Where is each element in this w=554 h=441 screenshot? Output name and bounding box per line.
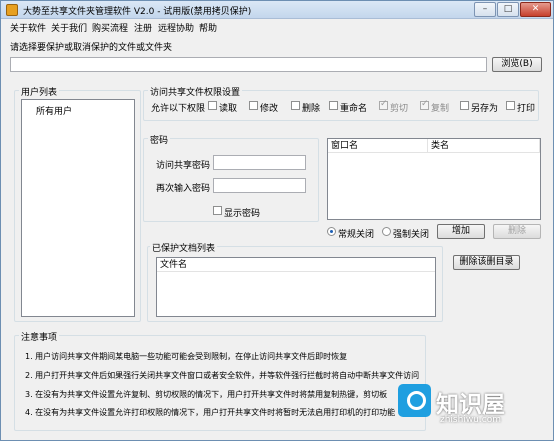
- normal-close-radio[interactable]: [327, 227, 336, 236]
- read-label: 读取: [219, 104, 238, 114]
- confirm-password-label: 再次输入密码: [156, 184, 211, 194]
- print-checkbox[interactable]: [506, 101, 515, 110]
- watermark-text: 知识屋: [436, 392, 505, 418]
- protected-docs-list[interactable]: 文件名: [156, 257, 436, 317]
- delete-checkbox[interactable]: [291, 101, 300, 110]
- menu-remote-assist[interactable]: 远程协助: [158, 21, 194, 34]
- notes-title: 注意事项: [19, 330, 60, 343]
- path-input[interactable]: [10, 57, 487, 72]
- title-bar: 大势至共享文件夹管理软件 V2.0 - 试用版(禁用拷贝保护) – □ ✕: [1, 1, 553, 19]
- column-header-class-name[interactable]: 类名: [428, 139, 540, 153]
- note-line-2: 2. 用户打开共享文件后如果强行关闭共享文件窗口或者安全软件，并等软件强行拦截时…: [25, 371, 420, 380]
- info-badge-icon: [398, 384, 431, 417]
- user-list-title: 用户列表: [19, 85, 60, 98]
- window-class-table[interactable]: 窗口名 类名: [327, 138, 541, 220]
- print-label: 打印: [517, 104, 536, 114]
- access-password-input[interactable]: [213, 155, 306, 170]
- menu-help[interactable]: 帮助: [199, 21, 217, 34]
- save-as-label: 另存为: [471, 104, 499, 114]
- menu-about-us[interactable]: 关于我们: [51, 21, 87, 34]
- menu-register[interactable]: 注册: [134, 21, 152, 34]
- menu-about-software[interactable]: 关于软件: [10, 21, 46, 34]
- column-header-window-name[interactable]: 窗口名: [328, 139, 428, 153]
- force-close-label: 强制关闭: [393, 230, 430, 240]
- modify-label: 修改: [260, 104, 279, 114]
- modify-checkbox[interactable]: [249, 101, 258, 110]
- show-password-checkbox[interactable]: [213, 206, 222, 215]
- delete-label: 删除: [302, 104, 321, 114]
- app-icon: [6, 4, 18, 16]
- note-line-4: 4. 在没有为共享文件设置允许打印权限的情况下，用户打开共享文件时将暂时无法启用…: [25, 408, 396, 417]
- path-prompt-label: 请选择要保护或取消保护的文件或文件夹: [10, 43, 173, 53]
- confirm-password-input[interactable]: [213, 178, 306, 193]
- browse-button[interactable]: 浏览(B): [492, 57, 542, 72]
- permissions-title: 访问共享文件权限设置: [148, 85, 243, 98]
- remove-deleted-dirs-button[interactable]: 删除该删目录: [453, 255, 520, 270]
- maximize-button[interactable]: □: [497, 2, 519, 17]
- column-header-file-name[interactable]: 文件名: [157, 258, 435, 272]
- remove-button: 删除: [493, 224, 541, 239]
- access-password-label: 访问共享密码: [156, 161, 211, 171]
- rename-label: 重命名: [340, 104, 368, 114]
- user-list[interactable]: 所有用户: [21, 99, 135, 317]
- copy-checkbox: [420, 99, 429, 110]
- watermark-subtext: zhishiwu.com: [440, 415, 501, 425]
- menu-purchase[interactable]: 购买流程: [92, 21, 128, 34]
- normal-close-label: 常规关闭: [338, 230, 375, 240]
- minimize-button[interactable]: –: [474, 2, 496, 17]
- close-button[interactable]: ✕: [520, 2, 551, 17]
- note-line-3: 3. 在没有为共享文件设置允许复制、剪切权限的情况下，用户打开共享文件时将禁用复…: [25, 390, 388, 399]
- user-item-all-users[interactable]: 所有用户: [36, 104, 72, 117]
- password-title: 密码: [148, 133, 171, 146]
- rename-checkbox[interactable]: [329, 101, 338, 110]
- window-title: 大势至共享文件夹管理软件 V2.0 - 试用版(禁用拷贝保护): [23, 7, 252, 17]
- cut-checkbox: [379, 99, 388, 110]
- allow-permissions-label: 允许以下权限: [151, 104, 206, 114]
- cut-label: 剪切: [390, 104, 409, 114]
- save-as-checkbox[interactable]: [460, 101, 469, 110]
- menu-bar: 关于软件 关于我们 购买流程 注册 远程协助 帮助: [1, 19, 553, 34]
- copy-label: 复制: [431, 104, 450, 114]
- force-close-radio[interactable]: [382, 227, 391, 236]
- protected-docs-title: 已保护文档列表: [150, 241, 218, 254]
- note-line-1: 1. 用户访问共享文件期间某电脑一些功能可能会受到限制，在停止访问共享文件后即时…: [25, 352, 348, 361]
- show-password-label: 显示密码: [224, 209, 261, 219]
- read-checkbox[interactable]: [208, 101, 217, 110]
- add-button[interactable]: 增加: [437, 224, 485, 239]
- app-window: 大势至共享文件夹管理软件 V2.0 - 试用版(禁用拷贝保护) – □ ✕ 关于…: [0, 0, 554, 441]
